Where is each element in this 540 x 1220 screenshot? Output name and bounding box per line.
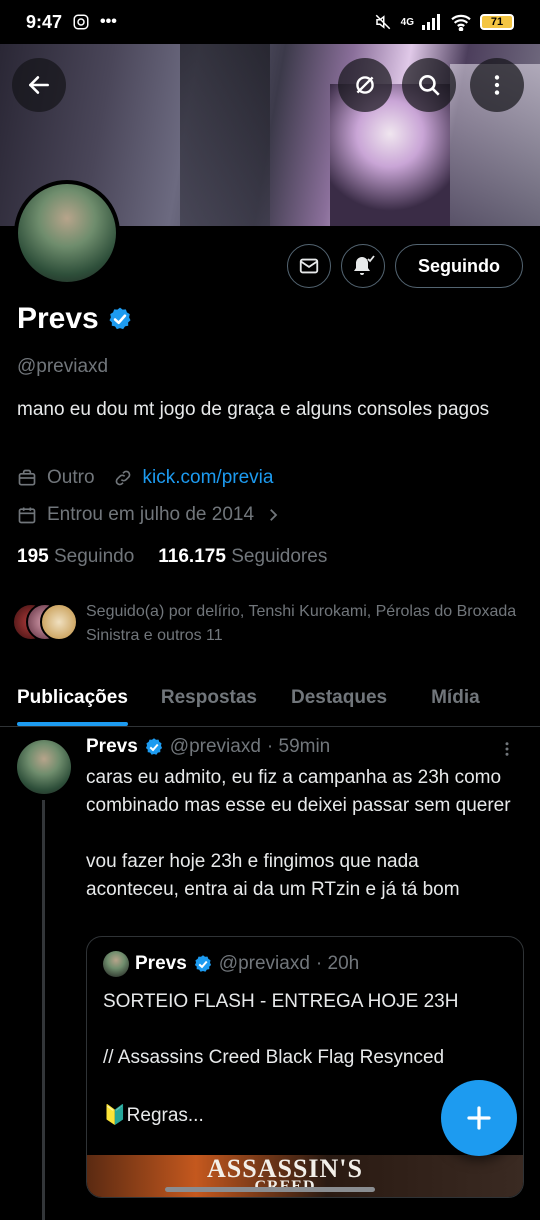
calendar-icon [18, 507, 36, 524]
profile-actions: Seguindo [287, 244, 523, 288]
home-indicator[interactable] [165, 1187, 375, 1192]
more-vertical-icon [505, 742, 509, 756]
verified-badge-icon [194, 955, 211, 972]
tweet-avatar[interactable] [17, 740, 71, 794]
compose-button[interactable] [441, 1080, 517, 1156]
grok-button[interactable] [338, 58, 392, 112]
mail-icon [299, 258, 319, 274]
quoted-tweet-line-3: 🔰Regras... [103, 1105, 204, 1126]
battery-level: 71 [490, 16, 504, 28]
notifications-button[interactable] [341, 244, 385, 288]
quoted-tweet-header: Prevs @previaxd · 20h [103, 951, 359, 977]
status-right: 4G 71 [373, 13, 514, 31]
following-label: Seguindo [53, 546, 135, 567]
following-button[interactable]: Seguindo [395, 244, 523, 288]
tweet-more-button[interactable] [498, 740, 516, 764]
banner-art-left [180, 44, 270, 226]
profile-website-link[interactable]: kick.com/previa [143, 467, 274, 489]
quoted-tweet-time: · 20h [315, 953, 360, 974]
bell-check-icon [354, 255, 375, 275]
tweet-author-name[interactable]: Prevs [86, 736, 138, 758]
chevron-right-icon [270, 509, 278, 521]
tweet-time: · 59min [266, 736, 331, 757]
tab-publicacoes[interactable]: Publicações [17, 670, 128, 726]
profile-joined-row[interactable]: Entrou em julho de 2014 [17, 504, 282, 526]
tab-respostas[interactable]: Respostas [161, 670, 257, 726]
quoted-tweet-line-1: SORTEIO FLASH - ENTREGA HOJE 23H [103, 991, 459, 1012]
tab-midia[interactable]: Mídia [431, 670, 480, 726]
briefcase-icon [18, 469, 36, 486]
tweet-author-handle: @previaxd [169, 736, 261, 757]
followed-by-avatars [12, 600, 78, 641]
wifi-icon [451, 14, 471, 31]
profile-meta-row: Outro kick.com/previa [17, 467, 273, 489]
instagram-icon [73, 14, 89, 30]
image-title-line-1: ASSASSIN'S [207, 1154, 363, 1183]
followed-by-text: Seguido(a) por delírio, Tenshi Kurokami,… [86, 603, 517, 644]
quoted-tweet-author-name: Prevs [135, 953, 187, 974]
network-label: 4G [400, 16, 414, 28]
grok-icon [356, 76, 374, 94]
more-notifications-icon: ••• [100, 13, 117, 30]
followed-by-row[interactable]: Seguido(a) por delírio, Tenshi Kurokami,… [12, 600, 526, 648]
profile-name-row: Prevs [17, 302, 133, 336]
link-icon [115, 470, 130, 486]
following-count: 195 [17, 546, 49, 567]
tweet-text: caras eu admito, eu fiz a campanha as 23… [86, 767, 511, 900]
followers-label: Seguidores [231, 546, 328, 567]
verified-badge-icon [145, 738, 162, 755]
profile-avatar[interactable] [14, 180, 120, 286]
signal-icon [422, 14, 440, 30]
profile-name: Prevs [17, 302, 99, 335]
quoted-tweet-line-2: // Assassins Creed Black Flag Resynced [103, 1047, 445, 1068]
follow-counts: 195 Seguindo 116.175 Seguidores [17, 546, 327, 568]
battery-icon: 71 [480, 14, 514, 30]
more-options-button[interactable] [470, 58, 524, 112]
status-time: 9:47 [26, 11, 63, 32]
quoted-tweet-handle: @previaxd [218, 953, 310, 974]
profile-joined-date: Entrou em julho de 2014 [47, 504, 255, 525]
profile-tabs: Publicações Respostas Destaques Mídia [0, 670, 540, 727]
profile-category: Outro [47, 467, 95, 488]
arrow-left-icon [29, 76, 49, 94]
verified-badge-icon[interactable] [107, 306, 133, 332]
mute-icon [375, 14, 390, 30]
back-button[interactable] [12, 58, 66, 112]
profile-bio: mano eu dou mt jogo de graça e alguns co… [17, 399, 490, 420]
message-button[interactable] [287, 244, 331, 288]
followers-count: 116.175 [158, 546, 226, 567]
followers-count-link[interactable]: 116.175 Seguidores [158, 546, 327, 568]
tweet-header: Prevs @previaxd · 59min [86, 736, 330, 758]
follower-avatar-3 [40, 603, 78, 641]
thread-line [42, 800, 45, 1220]
status-left: 9:47 ••• [26, 12, 117, 33]
quoted-tweet[interactable]: Prevs @previaxd · 20h SORTEIO FLASH - EN… [86, 936, 524, 1198]
plus-icon [467, 1106, 491, 1130]
profile-handle: @previaxd [17, 356, 109, 377]
quoted-tweet-avatar [103, 951, 129, 977]
more-vertical-icon [494, 75, 500, 95]
tab-destaques[interactable]: Destaques [291, 670, 387, 726]
search-button[interactable] [402, 58, 456, 112]
search-icon [419, 75, 440, 96]
following-count-link[interactable]: 195 Seguindo [17, 546, 134, 568]
status-bar: 9:47 ••• 4G 71 [0, 0, 540, 44]
